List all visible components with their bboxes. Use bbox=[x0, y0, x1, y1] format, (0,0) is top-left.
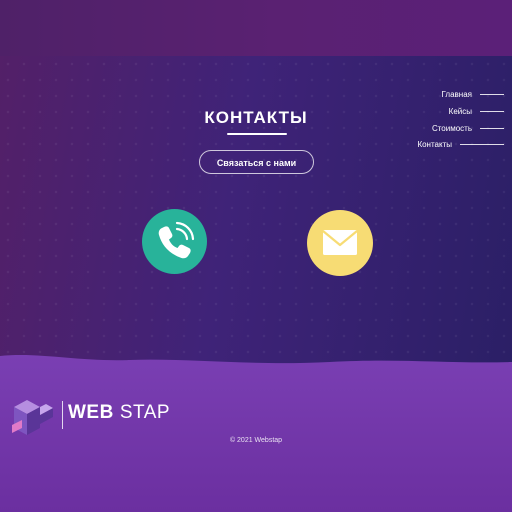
nav-item-label: Контакты bbox=[417, 139, 452, 149]
nav-divider-line bbox=[460, 143, 504, 145]
logo-stairs-icon bbox=[12, 400, 53, 435]
envelope-icon bbox=[322, 230, 358, 255]
title-underline bbox=[227, 133, 287, 135]
nav-item-label: Главная bbox=[441, 89, 472, 99]
nav-divider-line bbox=[480, 127, 504, 129]
nav-item-label: Стоимость bbox=[431, 123, 472, 133]
hero-section bbox=[0, 56, 512, 366]
page-title: КОНТАКТЫ bbox=[204, 108, 308, 127]
nav-divider-line bbox=[480, 110, 504, 112]
nav-divider-line bbox=[480, 93, 504, 95]
logo-wordmark: WEB STAP bbox=[68, 402, 170, 424]
email-contact-button[interactable] bbox=[307, 210, 373, 276]
nav-item-cases[interactable]: Кейсы bbox=[449, 105, 504, 117]
copyright-text: © 2021 Webstap bbox=[229, 437, 283, 444]
nav-item-pricing[interactable]: Стоимость bbox=[432, 122, 504, 134]
nav-item-label: Кейсы bbox=[448, 106, 472, 116]
phone-icon bbox=[158, 221, 195, 259]
logo-word-web: WEB bbox=[68, 402, 114, 423]
phone-contact-button[interactable] bbox=[142, 209, 207, 274]
logo-word-stap: STAP bbox=[119, 402, 171, 423]
nav-item-contacts[interactable]: Контакты bbox=[417, 138, 504, 150]
contact-us-button[interactable]: Связаться с нами bbox=[199, 150, 314, 174]
top-strip bbox=[0, 0, 512, 60]
nav-item-home[interactable]: Главная bbox=[442, 88, 504, 100]
logo-divider bbox=[62, 401, 63, 429]
